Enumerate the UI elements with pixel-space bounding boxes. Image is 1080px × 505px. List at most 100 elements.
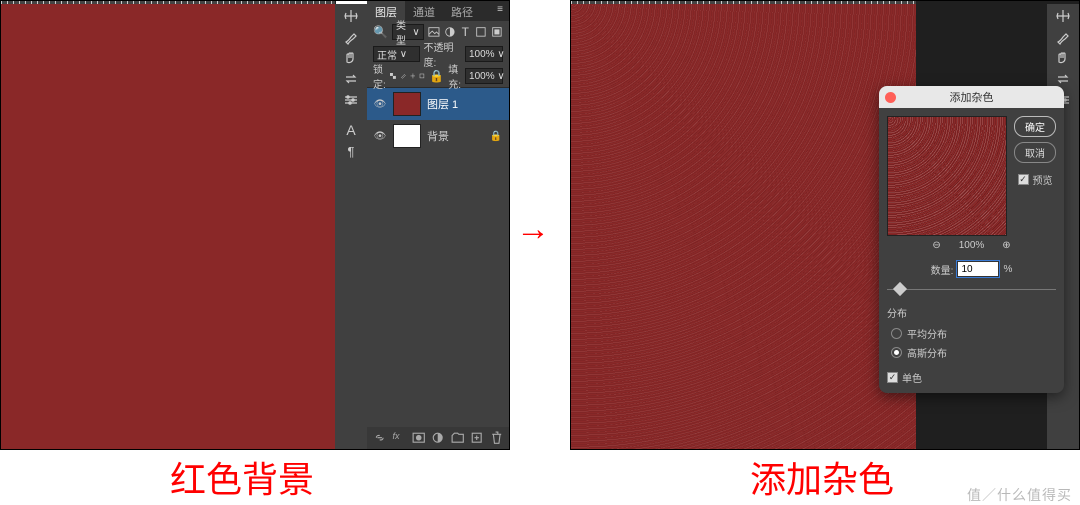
smart-icon[interactable] [491,24,503,40]
panel-tabs: 图层 通道 路径 ≡ [367,1,509,21]
divider [337,111,365,119]
slider-thumb[interactable] [893,282,907,296]
zoom-controls: ⊖ 100% ⊕ [887,240,1056,251]
trash-icon[interactable] [490,431,503,445]
panel-menu-icon[interactable]: ≡ [491,1,509,21]
panel-footer: fx [367,427,509,449]
opacity-value: 100% [469,49,495,60]
ruler [1,1,335,4]
radio-gaussian[interactable]: 高斯分布 [887,343,1056,362]
dialog-buttons: 确定 取消 ✓ 预览 [1014,116,1056,187]
ok-button[interactable]: 确定 [1014,116,1056,137]
amount-label: 数量: [931,262,954,277]
brush-icon[interactable] [337,27,365,47]
brush-icon[interactable] [1049,27,1077,47]
layer-thumbnail[interactable] [393,124,421,148]
slider-track [887,289,1056,290]
amount-input[interactable] [957,261,999,277]
dialog-titlebar[interactable]: 添加杂色 [879,86,1064,108]
distribution-section: 分布 平均分布 高斯分布 [887,305,1056,362]
search-icon[interactable]: 🔍 [373,24,388,40]
radio-uniform[interactable]: 平均分布 [887,324,1056,343]
radio-label: 高斯分布 [907,345,947,360]
opacity-select[interactable]: 100% ∨ [465,46,503,62]
fill-adj-icon[interactable] [431,431,444,445]
zoom-in-icon[interactable]: ⊕ [1002,240,1010,251]
lock-pos-icon[interactable] [410,68,416,84]
layer-lock-icon: 🔒 [489,131,503,142]
fx-icon[interactable]: fx [392,431,405,445]
add-noise-dialog: 添加杂色 确定 取消 ✓ 预览 ⊖ 100% ⊕ 数量: % [879,86,1064,393]
kind-label: 类型 [396,17,410,47]
dialog-title: 添加杂色 [950,89,994,105]
image-icon[interactable] [428,24,440,40]
fill-select[interactable]: 100% ∨ [465,68,503,84]
right-screenshot: 添加杂色 确定 取消 ✓ 预览 ⊖ 100% ⊕ 数量: % [570,0,1080,450]
chevron-down-icon: ∨ [400,49,407,60]
tab-channels[interactable]: 通道 [405,1,443,21]
adjust-icon[interactable] [444,24,456,40]
kind-select[interactable]: 类型 ∨ [392,24,424,40]
arrow-right-icon: → [516,210,550,249]
swap-icon[interactable] [337,69,365,89]
fill-value: 100% [469,71,495,82]
zoom-out-icon[interactable]: ⊖ [932,240,940,251]
mono-checkbox[interactable]: ✓ 单色 [887,370,1056,385]
chevron-down-icon: ∨ [497,49,504,60]
shape-icon[interactable] [475,24,487,40]
watermark: 值／什么值得买 [967,485,1072,505]
lock-label: 锁定: [373,61,386,91]
layer-row[interactable]: 👁 背景 🔒 [367,120,509,152]
slider-icon[interactable] [337,90,365,110]
checkbox-icon: ✓ [887,372,898,383]
amount-row: 数量: % [887,261,1056,277]
new-icon[interactable] [470,431,483,445]
mono-label: 单色 [902,370,922,385]
layers-list: 👁 图层 1 👁 背景 🔒 [367,88,509,152]
radio-icon [891,328,902,339]
blend-mode-value: 正常 [377,47,397,62]
paragraph-icon[interactable]: ¶ [337,141,365,161]
zoom-percent: 100% [959,240,985,251]
canvas-red-bg[interactable] [1,1,336,449]
arrows-icon[interactable] [1049,6,1077,26]
arrows-icon[interactable] [337,6,365,26]
layer-row[interactable]: 👁 图层 1 [367,88,509,120]
distribution-label: 分布 [887,305,1056,320]
chevron-down-icon: ∨ [497,71,504,82]
blend-row: 正常 ∨ 不透明度: 100% ∨ [367,43,509,65]
lock-artboard-icon[interactable] [419,68,425,84]
preview-label: 预览 [1033,172,1053,187]
link-icon[interactable] [373,431,386,445]
mask-icon[interactable] [412,431,425,445]
radio-label: 平均分布 [907,326,947,341]
fill-label: 填充: [448,61,461,91]
lock-row: 锁定: 🔒 填充: 100% ∨ [367,65,509,87]
toolstrip-left: A ¶ [335,4,367,449]
amount-slider[interactable] [887,281,1056,297]
layer-thumbnail[interactable] [393,92,421,116]
visibility-icon[interactable]: 👁 [373,99,387,110]
amount-unit: % [1003,264,1012,275]
preview-checkbox[interactable]: ✓ 预览 [1018,172,1053,187]
type-icon[interactable]: A [337,120,365,140]
close-icon[interactable] [885,92,896,103]
lock-all-icon[interactable]: 🔒 [429,68,444,84]
blend-mode-select[interactable]: 正常 ∨ [373,46,420,62]
caption-right: 添加杂色 [750,451,894,503]
tab-paths[interactable]: 路径 [443,1,481,21]
hand-icon[interactable] [1049,48,1077,68]
layer-name[interactable]: 背景 [427,128,483,144]
left-screenshot: A ¶ 图层 通道 路径 ≡ 🔍 类型 ∨ T 正常 ∨ 不透明度: 100% … [0,0,510,450]
layer-name[interactable]: 图层 1 [427,96,483,112]
noise-preview[interactable] [887,116,1007,236]
lock-pixel-icon[interactable] [400,68,406,84]
visibility-icon[interactable]: 👁 [373,131,387,142]
hand-icon[interactable] [337,48,365,68]
lock-trans-icon[interactable] [390,68,396,84]
checkbox-icon: ✓ [1018,174,1029,185]
cancel-button[interactable]: 取消 [1014,142,1056,163]
type-filter-icon[interactable]: T [459,24,471,40]
group-icon[interactable] [451,431,464,445]
canvas-with-noise[interactable] [571,1,916,449]
